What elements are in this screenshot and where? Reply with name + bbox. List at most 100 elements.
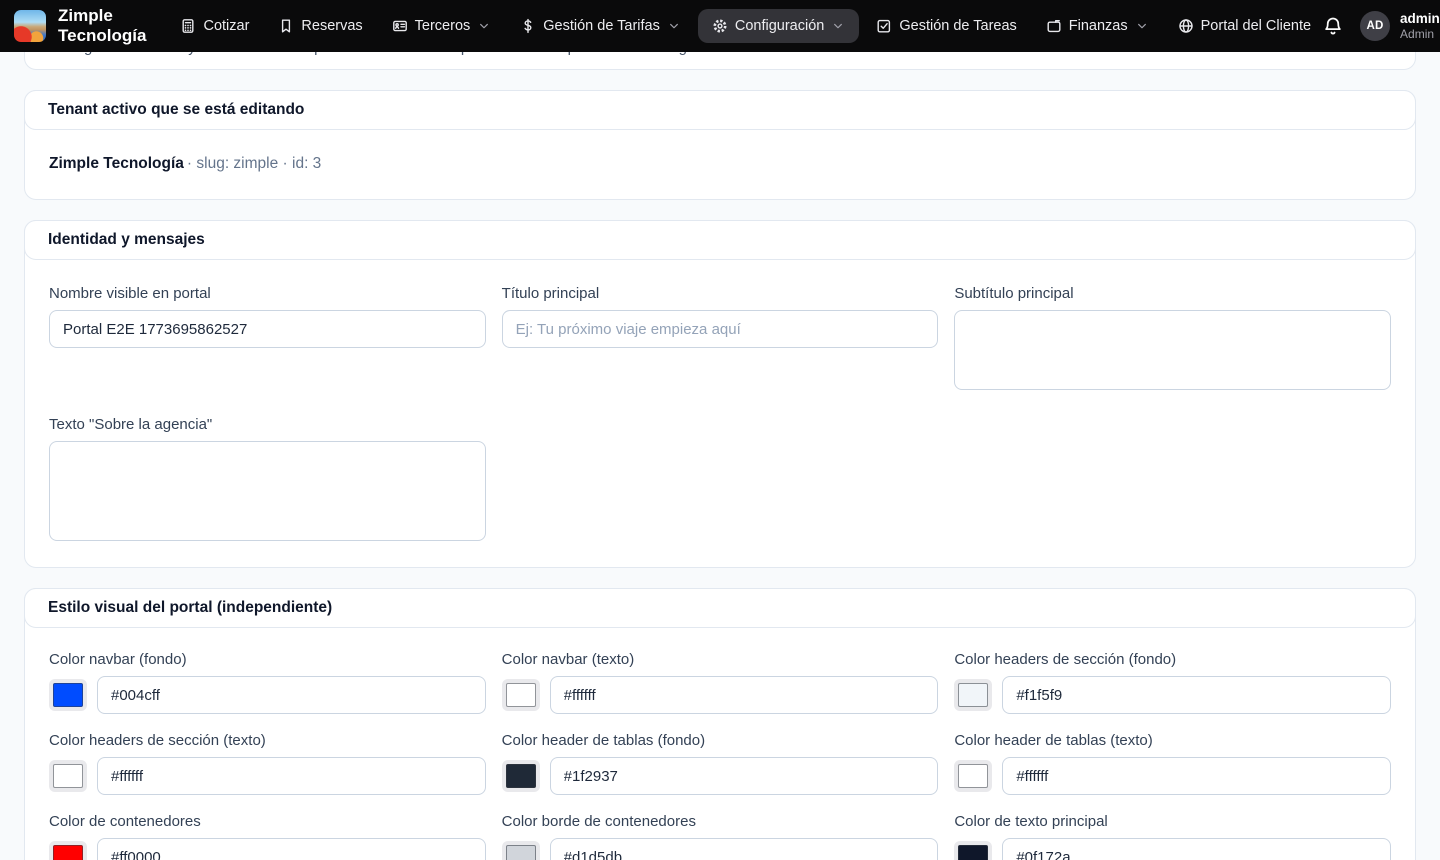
color-hex-input[interactable]	[97, 757, 486, 795]
subtitle-textarea[interactable]	[954, 310, 1391, 390]
color-swatch-fill	[506, 764, 536, 788]
top-navbar: Zimple Tecnología Cotizar Reservas Terce…	[0, 0, 1440, 52]
color-field: Color de contenedores	[49, 813, 486, 860]
field-about: Texto "Sobre la agencia"	[49, 416, 486, 541]
color-hex-input[interactable]	[97, 676, 486, 714]
check-square-icon	[876, 18, 892, 34]
color-swatch-fill	[506, 845, 536, 860]
tenant-card-body: Zimple Tecnología· slug: zimple · id: 3	[25, 129, 1415, 199]
color-swatch-fill	[958, 845, 988, 860]
nav-item-gestion-de-tarifas[interactable]: Gestión de Tarifas	[508, 9, 693, 43]
field-portal-name: Nombre visible en portal	[49, 285, 486, 348]
chevron-down-icon	[1135, 19, 1149, 33]
color-hex-input[interactable]	[550, 757, 939, 795]
nav-item-label: Finanzas	[1069, 18, 1128, 34]
brand[interactable]: Zimple Tecnología	[14, 6, 146, 46]
dollar-icon	[520, 18, 536, 34]
field-label: Color de texto principal	[954, 813, 1391, 830]
color-field: Color header de tablas (texto)	[954, 732, 1391, 795]
nav-item-finanzas[interactable]: Finanzas	[1034, 9, 1161, 43]
color-swatch[interactable]	[954, 760, 992, 792]
bell-icon[interactable]	[1323, 16, 1343, 36]
field-label: Color headers de sección (fondo)	[954, 651, 1391, 668]
field-main-title: Título principal	[502, 285, 939, 348]
field-label: Título principal	[502, 285, 939, 302]
main-title-input[interactable]	[502, 310, 939, 348]
color-field: Color navbar (fondo)	[49, 651, 486, 714]
field-label: Color de contenedores	[49, 813, 486, 830]
main-content: Configuración visual y de contenido del …	[0, 0, 1440, 860]
color-swatch[interactable]	[49, 760, 87, 792]
field-subtitle: Subtítulo principal	[954, 285, 1391, 390]
bookmark-icon	[278, 18, 294, 34]
nav-item-label: Reservas	[301, 18, 362, 34]
portal-name-input[interactable]	[49, 310, 486, 348]
user-menu[interactable]: AD admin Admin	[1360, 11, 1440, 42]
about-textarea[interactable]	[49, 441, 486, 541]
color-swatch-fill	[958, 764, 988, 788]
tenant-name: Zimple Tecnología	[49, 155, 184, 172]
nav-item-label: Portal del Cliente	[1201, 18, 1311, 34]
nav-item-gestion-de-tareas[interactable]: Gestión de Tareas	[864, 9, 1028, 43]
color-swatch-fill	[53, 683, 83, 707]
color-field: Color headers de sección (texto)	[49, 732, 486, 795]
color-swatch[interactable]	[49, 679, 87, 711]
color-swatch[interactable]	[502, 841, 540, 860]
nav-item-label: Terceros	[415, 18, 471, 34]
style-card-body: Color navbar (fondo) Color navbar (texto…	[25, 627, 1415, 860]
color-field: Color de texto principal	[954, 813, 1391, 860]
tenant-line: Zimple Tecnología· slug: zimple · id: 3	[49, 155, 1391, 173]
chevron-down-icon	[667, 19, 681, 33]
style-card-title: Estilo visual del portal (independiente)	[24, 588, 1416, 628]
brand-logo-image	[14, 10, 46, 42]
color-swatch[interactable]	[502, 679, 540, 711]
identity-card-body: Nombre visible en portal Título principa…	[25, 259, 1415, 567]
navbar-right: AD admin Admin	[1323, 11, 1440, 42]
color-hex-input[interactable]	[1002, 838, 1391, 860]
color-hex-input[interactable]	[1002, 676, 1391, 714]
color-swatch[interactable]	[49, 841, 87, 860]
id-card-icon	[392, 18, 408, 34]
calculator-icon	[180, 18, 196, 34]
field-label: Nombre visible en portal	[49, 285, 486, 302]
color-swatch[interactable]	[954, 679, 992, 711]
nav-item-configuracion[interactable]: Configuración	[698, 9, 859, 43]
wallet-icon	[1046, 18, 1062, 34]
color-hex-input[interactable]	[1002, 757, 1391, 795]
color-row	[954, 838, 1391, 860]
nav-item-reservas[interactable]: Reservas	[266, 9, 374, 43]
color-swatch-fill	[958, 683, 988, 707]
nav-item-portal-del-cliente[interactable]: Portal del Cliente	[1166, 9, 1323, 43]
tenant-meta: · slug: zimple · id: 3	[187, 155, 321, 172]
nav-item-label: Gestión de Tareas	[899, 18, 1016, 34]
color-field: Color navbar (texto)	[502, 651, 939, 714]
color-hex-input[interactable]	[550, 838, 939, 860]
globe-icon	[1178, 18, 1194, 34]
nav-item-label: Configuración	[735, 18, 824, 34]
color-row	[502, 676, 939, 714]
color-hex-input[interactable]	[97, 838, 486, 860]
color-swatch[interactable]	[502, 760, 540, 792]
nav-item-terceros[interactable]: Terceros	[380, 9, 504, 43]
tenant-card-title: Tenant activo que se está editando	[24, 90, 1416, 130]
field-label: Texto "Sobre la agencia"	[49, 416, 486, 433]
color-row	[502, 757, 939, 795]
color-row	[502, 838, 939, 860]
nav-item-label: Gestión de Tarifas	[543, 18, 660, 34]
field-label: Color header de tablas (fondo)	[502, 732, 939, 749]
brand-name: Zimple Tecnología	[58, 6, 146, 46]
field-label: Subtítulo principal	[954, 285, 1391, 302]
field-label: Color header de tablas (texto)	[954, 732, 1391, 749]
nav-menu: Cotizar Reservas Terceros Gestión de Tar…	[168, 9, 1323, 43]
color-row	[49, 838, 486, 860]
nav-item-cotizar[interactable]: Cotizar	[168, 9, 261, 43]
identity-card: Identidad y mensajes Nombre visible en p…	[24, 220, 1416, 568]
nav-item-label: Cotizar	[203, 18, 249, 34]
chevron-down-icon	[831, 19, 845, 33]
color-hex-input[interactable]	[550, 676, 939, 714]
color-row	[49, 676, 486, 714]
chevron-down-icon	[477, 19, 491, 33]
style-card: Estilo visual del portal (independiente)…	[24, 588, 1416, 860]
color-swatch[interactable]	[954, 841, 992, 860]
user-text: admin Admin	[1400, 11, 1440, 42]
